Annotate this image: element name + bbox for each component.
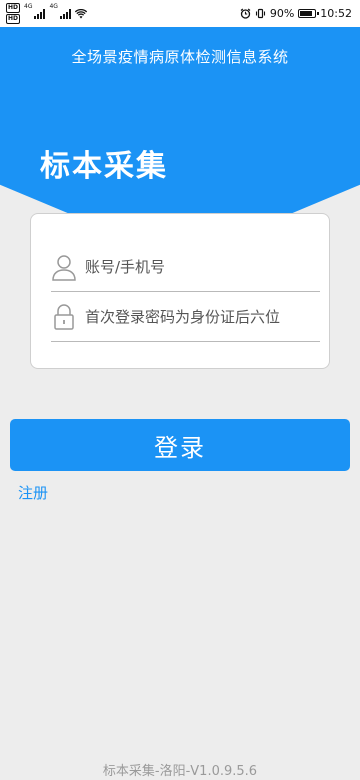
network-label-2: 4G: [49, 3, 58, 10]
password-input[interactable]: [85, 307, 305, 326]
login-button[interactable]: 登录: [10, 419, 350, 471]
login-page: HD HD 4G 4G 90% 10:52 全场景疫情病原体检测信息系统 标本采…: [0, 0, 360, 780]
password-field[interactable]: [51, 292, 320, 342]
page-title: 标本采集: [40, 149, 168, 184]
lock-icon: [54, 303, 74, 330]
signal-strength-icon: [34, 8, 46, 19]
hd-badge-2: HD: [6, 14, 21, 24]
wifi-icon: [74, 8, 87, 18]
login-card: [30, 213, 330, 369]
battery-percent: 90%: [269, 7, 295, 20]
alarm-icon: [240, 8, 251, 19]
network-label-1: 4G: [24, 3, 33, 10]
register-link[interactable]: 注册: [18, 482, 48, 503]
version-text: 标本采集-洛阳-V1.0.9.5.6: [102, 764, 258, 779]
hd-indicators: HD HD: [6, 3, 21, 24]
user-icon: [52, 254, 76, 281]
status-left: HD HD 4G 4G: [6, 3, 87, 24]
account-field[interactable]: [51, 242, 320, 292]
clock-time: 10:52: [320, 7, 352, 20]
app-title: 全场景疫情病原体检测信息系统: [71, 47, 289, 66]
status-bar: HD HD 4G 4G 90% 10:52: [0, 0, 360, 27]
signal-strength-icon-2: [59, 8, 71, 19]
vibrate-icon: [255, 8, 265, 19]
battery-level: [300, 11, 312, 16]
status-right: 90% 10:52: [240, 7, 352, 20]
account-input[interactable]: [85, 257, 305, 276]
hd-badge-1: HD: [6, 3, 21, 13]
battery-icon: [298, 9, 320, 18]
app-header: 全场景疫情病原体检测信息系统: [0, 27, 360, 85]
